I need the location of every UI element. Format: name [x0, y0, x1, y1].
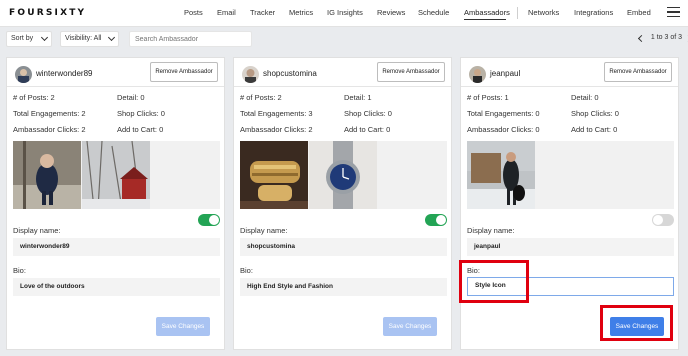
stat-shop-clicks: Shop Clicks: 0: [571, 109, 619, 118]
stat-detail: Detail: 0: [571, 93, 599, 102]
bio-field[interactable]: Love of the outdoors: [13, 278, 220, 296]
stat-posts: # of Posts: 2: [13, 93, 55, 102]
divider: [461, 86, 678, 87]
visibility-toggle[interactable]: [652, 214, 674, 226]
nav-metrics[interactable]: Metrics: [289, 8, 313, 17]
visibility-toggle[interactable]: [425, 214, 447, 226]
nav-separator: [517, 7, 518, 19]
save-changes-button[interactable]: Save Changes: [156, 317, 210, 336]
stat-posts: # of Posts: 1: [467, 93, 509, 102]
avatar: [242, 66, 259, 83]
post-thumbnail[interactable]: [467, 141, 535, 209]
stat-detail: Detail: 0: [117, 93, 145, 102]
sort-label: Sort by: [11, 35, 34, 42]
sort-dropdown[interactable]: Sort by: [6, 31, 52, 47]
stat-ambassador-clicks: Ambassador Clicks: 0: [467, 125, 540, 134]
post-thumbnail[interactable]: [309, 141, 377, 209]
hamburger-menu-icon[interactable]: [667, 7, 680, 17]
filter-bar: Sort by Visibility: All 1 to 3 of 3: [0, 27, 688, 53]
stat-detail: Detail: 1: [344, 93, 372, 102]
stat-shop-clicks: Shop Clicks: 0: [117, 109, 165, 118]
visibility-toggle[interactable]: [198, 214, 220, 226]
display-name-label: Display name:: [467, 226, 515, 235]
bio-field[interactable]: High End Style and Fashion: [240, 278, 447, 296]
pagination: 1 to 3 of 3: [637, 34, 688, 43]
stat-shop-clicks: Shop Clicks: 0: [344, 109, 392, 118]
visibility-dropdown[interactable]: Visibility: All: [60, 31, 119, 47]
bio-highlight-box: [459, 260, 529, 303]
chevron-down-icon: [107, 33, 116, 42]
remove-ambassador-button[interactable]: Remove Ambassador: [377, 62, 445, 82]
post-gallery: [13, 141, 220, 209]
ambassador-username: jeanpaul: [490, 69, 521, 78]
stat-engagements: Total Engagements: 0: [467, 109, 540, 118]
post-thumbnail[interactable]: [82, 141, 150, 209]
bio-label: Bio:: [240, 266, 253, 275]
ambassador-card: shopcustomina Remove Ambassador # of Pos…: [233, 57, 452, 350]
stat-add-to-cart: Add to Cart: 0: [117, 125, 164, 134]
ambassador-username: winterwonder89: [36, 69, 93, 78]
bio-label: Bio:: [13, 266, 26, 275]
post-gallery: [467, 141, 674, 209]
post-thumbnail[interactable]: [240, 141, 308, 209]
display-name-field[interactable]: winterwonder89: [13, 238, 220, 256]
divider: [7, 86, 224, 87]
chevron-left-icon[interactable]: [637, 34, 645, 43]
save-changes-button[interactable]: Save Changes: [383, 317, 437, 336]
nav-email[interactable]: Email: [217, 8, 236, 17]
stat-engagements: Total Engagements: 2: [13, 109, 86, 118]
display-name-field[interactable]: shopcustomina: [240, 238, 447, 256]
nav-integrations[interactable]: Integrations: [574, 8, 613, 17]
display-name-label: Display name:: [13, 226, 61, 235]
nav-ig-insights[interactable]: IG Insights: [327, 8, 363, 17]
nav-networks[interactable]: Networks: [528, 8, 559, 17]
nav-posts[interactable]: Posts: [184, 8, 203, 17]
avatar: [469, 66, 486, 83]
post-thumbnail[interactable]: [13, 141, 81, 209]
visibility-label: Visibility: All: [65, 35, 102, 42]
ambassador-card: winterwonder89 Remove Ambassador # of Po…: [6, 57, 225, 350]
active-tab-underline: [464, 19, 506, 20]
nav-schedule[interactable]: Schedule: [418, 8, 449, 17]
stat-ambassador-clicks: Ambassador Clicks: 2: [13, 125, 86, 134]
stat-engagements: Total Engagements: 3: [240, 109, 313, 118]
display-name-field[interactable]: jeanpaul: [467, 238, 674, 256]
remove-ambassador-button[interactable]: Remove Ambassador: [604, 62, 672, 82]
stat-add-to-cart: Add to Cart: 0: [571, 125, 618, 134]
divider: [234, 86, 451, 87]
nav-menu: Posts Email Tracker Metrics IG Insights …: [0, 0, 688, 27]
nav-tracker[interactable]: Tracker: [250, 8, 275, 17]
stat-add-to-cart: Add to Cart: 0: [344, 125, 391, 134]
post-gallery: [240, 141, 447, 209]
nav-ambassadors[interactable]: Ambassadors: [464, 8, 510, 17]
stat-ambassador-clicks: Ambassador Clicks: 2: [240, 125, 313, 134]
remove-ambassador-button[interactable]: Remove Ambassador: [150, 62, 218, 82]
search-ambassador-input[interactable]: [129, 31, 252, 47]
display-name-label: Display name:: [240, 226, 288, 235]
avatar: [15, 66, 32, 83]
nav-embed[interactable]: Embed: [627, 8, 651, 17]
save-highlight-box: [600, 305, 673, 341]
nav-reviews[interactable]: Reviews: [377, 8, 405, 17]
ambassador-username: shopcustomina: [263, 69, 317, 78]
pagination-text: 1 to 3 of 3: [650, 34, 682, 41]
top-navigation: FOURSIXTY Posts Email Tracker Metrics IG…: [0, 0, 688, 27]
stat-posts: # of Posts: 2: [240, 93, 282, 102]
chevron-down-icon: [40, 33, 49, 42]
